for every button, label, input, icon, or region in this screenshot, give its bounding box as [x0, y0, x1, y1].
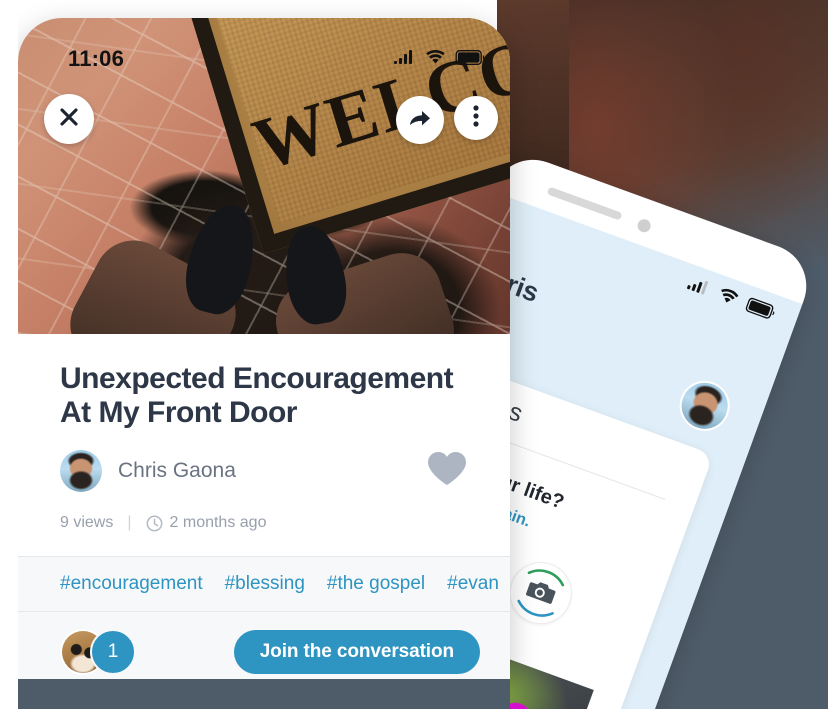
avatar-face — [60, 449, 102, 492]
stats-separator: | — [127, 514, 132, 532]
hashtag-item[interactable]: #encouragement — [60, 573, 203, 595]
avatar-face — [675, 376, 735, 436]
join-conversation-button[interactable]: Join the conversation — [233, 630, 480, 675]
hashtag-item[interactable]: #evan — [447, 573, 499, 595]
wifi-icon — [425, 50, 446, 70]
status-bar-time: 11:06 — [68, 46, 125, 71]
hashtag-item[interactable]: #blessing — [225, 573, 305, 595]
heart-icon[interactable] — [426, 449, 468, 492]
cellular-signal-icon — [685, 275, 713, 301]
more-options-button[interactable] — [454, 96, 498, 140]
post-timestamp: 2 months ago — [169, 514, 267, 532]
battery-icon — [743, 297, 778, 326]
right-user-avatar[interactable] — [672, 373, 737, 438]
author-row: Chris Gaona — [18, 429, 510, 492]
participants-cluster[interactable]: 1 — [60, 629, 152, 676]
avatar[interactable] — [60, 449, 102, 492]
close-icon — [57, 105, 81, 134]
right-phone-front-camera — [635, 217, 653, 235]
hashtag-list: #encouragement #blessing #the gospel #ev… — [18, 557, 510, 612]
post-hero-image: WELCOME 11:06 — [18, 18, 510, 334]
share-icon — [408, 106, 432, 135]
close-button[interactable] — [44, 94, 94, 144]
bottom-dark-bar — [18, 679, 510, 709]
author-name[interactable]: Chris Gaona — [118, 459, 236, 483]
wifi-icon — [715, 286, 741, 312]
post-meta-section: Unexpected Encouragement At My Front Doo… — [18, 334, 510, 683]
battery-icon — [455, 50, 486, 70]
screenshot-stage: Chris stimonies doing in your life? y is… — [0, 0, 828, 709]
post-stats: 9 views | 2 months ago — [18, 492, 510, 556]
status-bar-indicators — [394, 50, 486, 70]
page-left-margin — [0, 0, 18, 709]
post-footer: 1 Join the conversation — [18, 611, 510, 683]
more-options-icon — [473, 104, 479, 133]
cellular-signal-icon — [394, 50, 416, 70]
share-button[interactable] — [396, 96, 444, 144]
participant-count-badge: 1 — [90, 629, 136, 676]
page-title: Unexpected Encouragement At My Front Doo… — [60, 362, 454, 429]
view-count: 9 views — [60, 514, 114, 532]
left-phone: WELCOME 11:06 Unexpected Encouragement A… — [18, 18, 510, 683]
hashtag-item[interactable]: #the gospel — [327, 573, 425, 595]
clock-icon — [146, 515, 163, 532]
photo-action-button[interactable] — [501, 553, 581, 633]
